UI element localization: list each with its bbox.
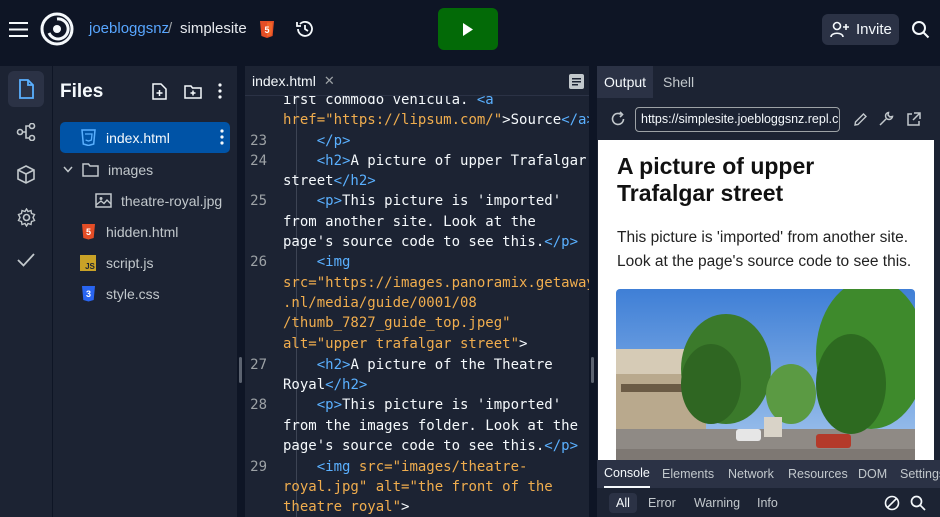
line-number: 28 xyxy=(250,397,267,413)
file-item-style-css[interactable]: 3 style.css xyxy=(60,278,230,309)
street-photo-image xyxy=(616,289,915,460)
svg-text:5: 5 xyxy=(264,25,269,35)
panel-resize-handle[interactable] xyxy=(591,357,594,383)
html-language-icon[interactable]: 5 xyxy=(257,19,276,40)
filter-warning[interactable]: Warning xyxy=(687,493,747,513)
image-file-icon xyxy=(94,192,112,210)
invite-button[interactable]: Invite xyxy=(822,14,899,45)
breadcrumb-repl-name[interactable]: simplesite xyxy=(180,20,247,37)
invite-label: Invite xyxy=(856,21,892,38)
files-panel: Files index.html images theatre-royal.jp… xyxy=(52,66,237,517)
tab-label: index.html xyxy=(252,73,316,89)
svg-text:JS: JS xyxy=(85,262,95,271)
webview-toolbar: https://simplesite.joebloggsnz.repl.co xyxy=(597,98,940,140)
new-file-icon[interactable] xyxy=(150,82,168,100)
line-number: 29 xyxy=(250,459,267,475)
git-icon[interactable] xyxy=(8,114,44,150)
tab-resources[interactable]: Resources xyxy=(788,460,848,488)
search-icon[interactable] xyxy=(909,494,927,512)
files-title: Files xyxy=(60,81,104,102)
devtools-wrench-icon[interactable] xyxy=(877,110,895,128)
run-button[interactable] xyxy=(438,8,498,50)
page-heading: A picture of upper Trafalgar street xyxy=(617,153,815,206)
history-icon[interactable] xyxy=(294,18,316,40)
file-label: hidden.html xyxy=(106,223,179,240)
line-number: 27 xyxy=(250,357,267,373)
file-label: script.js xyxy=(106,254,154,271)
devtools-tab-bar: Console Elements Network Resources DOM S… xyxy=(597,460,940,488)
line-number: 25 xyxy=(250,193,267,209)
add-user-icon xyxy=(830,21,849,37)
breadcrumb-separator: / xyxy=(168,20,173,37)
console-filter-bar: All Error Warning Info xyxy=(597,488,940,517)
tab-elements[interactable]: Elements xyxy=(662,460,714,488)
page-paragraph: This picture is 'imported' from another … xyxy=(617,229,912,270)
tab-console[interactable]: Console xyxy=(604,460,650,488)
tool-rail xyxy=(0,66,52,517)
close-icon[interactable]: ✕ xyxy=(324,73,335,89)
refresh-icon[interactable] xyxy=(609,110,627,128)
file-item-index-html[interactable]: index.html xyxy=(60,122,230,153)
new-folder-icon[interactable] xyxy=(183,82,203,100)
file-more-icon[interactable] xyxy=(220,129,224,148)
file-label: images xyxy=(108,161,154,178)
js-file-icon: JS xyxy=(79,254,97,272)
clear-console-icon[interactable] xyxy=(883,494,901,512)
settings-icon[interactable] xyxy=(8,199,44,235)
editor-menu-icon[interactable] xyxy=(568,73,585,90)
html-file-icon: 5 xyxy=(79,223,97,241)
file-item-script-js[interactable]: JS script.js xyxy=(60,247,230,278)
filter-all[interactable]: All xyxy=(609,493,637,513)
tab-network[interactable]: Network xyxy=(728,460,774,488)
line-number: 26 xyxy=(250,254,267,270)
svg-text:5: 5 xyxy=(85,227,90,237)
replit-logo-icon[interactable] xyxy=(40,12,74,46)
webview[interactable]: A picture of upper Trafalgar street This… xyxy=(598,140,934,460)
css-file-icon: 3 xyxy=(79,285,97,303)
more-options-icon[interactable] xyxy=(214,82,226,100)
file-item-hidden-html[interactable]: 5 hidden.html xyxy=(60,216,230,247)
menu-icon[interactable] xyxy=(8,18,28,40)
panel-resize-handle[interactable] xyxy=(239,357,242,383)
files-icon[interactable] xyxy=(8,71,44,107)
tab-output[interactable]: Output xyxy=(597,66,654,98)
output-panel: Output Shell https://simplesite.joeblogg… xyxy=(597,66,940,517)
packages-icon[interactable] xyxy=(8,156,44,192)
file-label: index.html xyxy=(106,129,170,146)
file-label: style.css xyxy=(106,285,160,302)
folder-icon xyxy=(81,161,99,179)
code-area[interactable]: irst commodo vehicula. <a href="https://… xyxy=(245,96,589,517)
folder-item-images[interactable]: images xyxy=(60,154,230,185)
search-icon[interactable] xyxy=(909,18,931,40)
output-tab-bar: Output Shell xyxy=(597,66,940,98)
editor-tab-bar: index.html ✕ xyxy=(245,66,589,96)
breadcrumb-user[interactable]: joebloggsnz xyxy=(89,20,169,37)
edit-icon[interactable] xyxy=(851,110,869,128)
line-number: 23 xyxy=(250,133,267,149)
url-input[interactable]: https://simplesite.joebloggsnz.repl.co xyxy=(635,107,840,132)
chevron-down-icon xyxy=(61,166,75,173)
tab-index-html[interactable]: index.html ✕ xyxy=(245,66,342,96)
line-number: 24 xyxy=(250,153,267,169)
play-icon xyxy=(463,22,473,36)
tab-settings[interactable]: Settings xyxy=(900,460,940,488)
html-file-icon xyxy=(79,129,97,147)
open-new-tab-icon[interactable] xyxy=(904,110,922,128)
file-item-theatre-royal-jpg[interactable]: theatre-royal.jpg xyxy=(60,185,230,216)
top-bar: joebloggsnz / simplesite 5 Invite xyxy=(0,0,940,60)
file-label: theatre-royal.jpg xyxy=(121,192,223,209)
filter-info[interactable]: Info xyxy=(750,493,785,513)
tab-shell[interactable]: Shell xyxy=(656,66,701,98)
filter-error[interactable]: Error xyxy=(641,493,683,513)
code-editor: index.html ✕ irst commodo vehicula. <a h… xyxy=(245,66,589,517)
svg-text:3: 3 xyxy=(85,289,90,299)
check-icon[interactable] xyxy=(8,242,44,278)
tab-dom[interactable]: DOM xyxy=(858,460,887,488)
